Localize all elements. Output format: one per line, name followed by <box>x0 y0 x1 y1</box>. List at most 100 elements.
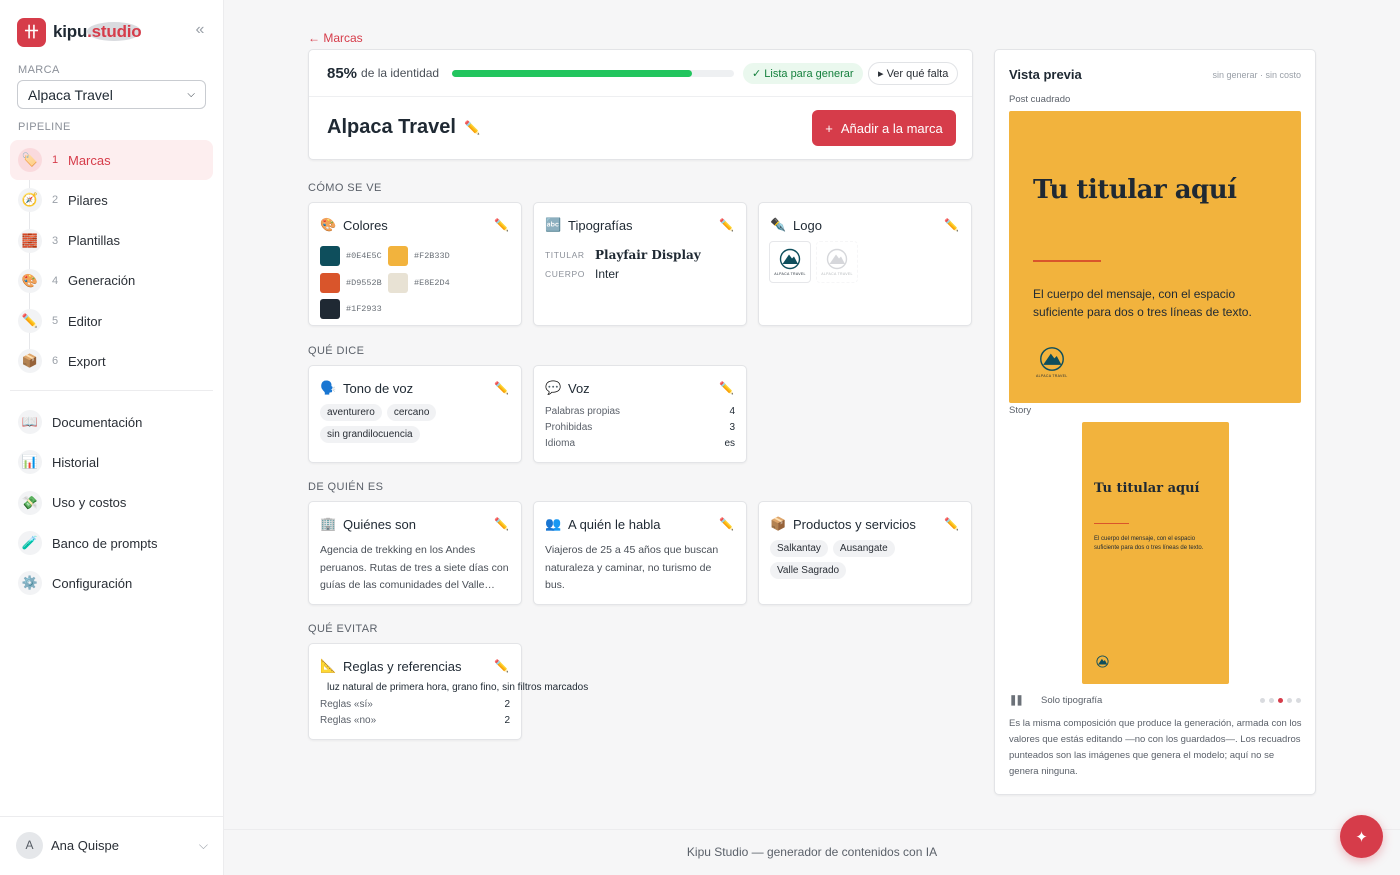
sidebar-item-uso-costos[interactable]: 💸 Uso y costos <box>10 483 213 523</box>
reglas-card[interactable]: 📐 Reglas y referencias ✏️ luz natural de… <box>308 643 588 740</box>
quienes-son-card[interactable]: 🏢 Quiénes son ✏️ Agencia de trekking en … <box>308 501 522 605</box>
pagination-dot[interactable] <box>1260 697 1265 703</box>
money-icon: 💸 <box>18 490 42 515</box>
logo-thumbnail-variant[interactable]: ALPACA TRAVEL <box>816 241 858 283</box>
stat-key: Reglas «no» <box>320 715 377 726</box>
pipeline-step-number: 5 <box>52 315 59 328</box>
sidebar-item-documentacion[interactable]: 📖 Documentación <box>10 402 213 442</box>
edit-icon[interactable]: ✏️ <box>944 218 959 232</box>
gear-icon: ⚙️ <box>18 571 42 596</box>
book-icon: 📖 <box>18 410 42 435</box>
pagination-dot[interactable] <box>1269 697 1274 703</box>
speaking-head-icon: 🗣️ <box>320 380 337 395</box>
swatch-box <box>320 246 340 267</box>
building-icon: 🏢 <box>320 516 337 531</box>
user-menu[interactable]: A Ana Quispe ⌵ <box>16 831 208 859</box>
typography-list: TITULAR Playfair Display CUERPO Inter <box>545 245 701 283</box>
stat-value: 2 <box>504 715 510 726</box>
edit-icon[interactable]: ✏️ <box>719 517 734 531</box>
colores-card[interactable]: 🎨 Colores ✏️ #0E4E5C #F2B33D #D9552B #E8… <box>308 202 522 326</box>
color-swatch[interactable]: #1F2933 <box>320 299 388 320</box>
logo-card[interactable]: ✒️ Logo ✏️ ALPACA TRAVEL ALPACA TRAVEL <box>758 202 972 326</box>
stat-value: 4 <box>729 406 735 417</box>
post-body: El cuerpo del mensaje, con el espacio su… <box>1033 287 1252 319</box>
app-brand[interactable]: 卄 kipu.studio <box>17 17 142 47</box>
test-tube-icon: 🧪 <box>18 531 42 556</box>
sidebar-item-label: Historial <box>52 454 99 470</box>
mountain-logo-icon <box>1039 347 1064 371</box>
sidebar-item-label: Configuración <box>52 575 133 591</box>
footer-divider <box>224 829 1400 830</box>
pipeline-item-pilares[interactable]: 🧭 2 Pilares <box>10 180 213 220</box>
pipeline-item-generacion[interactable]: 🎨 4 Generación <box>10 261 213 301</box>
view-missing-button[interactable]: ▸ Ver qué falta <box>868 62 959 85</box>
palette-icon: 🎨 <box>18 268 42 293</box>
identity-progress-fill <box>452 70 692 77</box>
voz-card[interactable]: 💬 Voz ✏️ Palabras propias 4 Prohibidas 3 I… <box>533 365 747 463</box>
a-quien-habla-card[interactable]: 👥 A quién le habla ✏️ Viajeros de 25 a 4… <box>533 501 747 605</box>
section-de-quien-es: DE QUIÉN ES <box>308 481 384 493</box>
pagination-dot[interactable] <box>1278 697 1283 703</box>
logo-thumbnails: ALPACA TRAVEL ALPACA TRAVEL <box>769 241 858 283</box>
edit-icon[interactable]: ✏️ <box>719 218 734 232</box>
quienes-son-text: Agencia de trekking en los Andes peruano… <box>320 544 509 591</box>
pipeline-item-plantillas[interactable]: 🧱 3 Plantillas <box>10 221 213 261</box>
edit-icon[interactable]: ✏️ <box>719 381 734 395</box>
cuerpo-label: CUERPO <box>545 268 585 279</box>
tipografias-card[interactable]: 🔤 Tipografías ✏️ TITULAR Playfair Displa… <box>533 202 747 326</box>
productos-card[interactable]: 📦 Productos y servicios ✏️ Salkantay Aus… <box>758 501 972 605</box>
abc-icon: 🔤 <box>545 217 562 232</box>
section-como-se-ve: CÓMO SE VE <box>308 182 382 194</box>
swatch-hex: #D9552B <box>346 277 382 288</box>
pause-icon[interactable]: ❚❚ <box>1009 695 1031 706</box>
edit-brand-name-icon[interactable]: ✏️ <box>464 120 480 136</box>
pagination-dot[interactable] <box>1296 697 1301 703</box>
sidebar-item-configuracion[interactable]: ⚙️ Configuración <box>10 563 213 603</box>
swatch-box <box>320 272 340 293</box>
edit-icon[interactable]: ✏️ <box>944 517 959 531</box>
pipeline-item-export[interactable]: 📦 6 Export <box>10 341 213 381</box>
sidebar-item-historial[interactable]: 📊 Historial <box>10 442 213 482</box>
swatch-box <box>388 246 408 267</box>
back-to-marcas-link[interactable]: ← Marcas <box>308 31 363 45</box>
card-title: A quién le habla <box>568 516 661 532</box>
color-swatch[interactable]: #E8E2D4 <box>388 272 456 293</box>
edit-icon[interactable]: ✏️ <box>494 517 509 531</box>
sidebar-item-label: Uso y costos <box>52 495 127 511</box>
collapse-sidebar-icon[interactable]: « <box>192 22 208 40</box>
edit-icon[interactable]: ✏️ <box>494 218 509 232</box>
mountain-logo-icon <box>826 248 848 270</box>
stat-value: 3 <box>729 422 735 433</box>
pen-nib-icon: ✒️ <box>770 217 787 232</box>
voice-stat-row: Palabras propias 4 <box>545 406 735 422</box>
sidebar-item-banco-prompts[interactable]: 🧪 Banco de prompts <box>10 523 213 563</box>
pipeline-item-marcas[interactable]: 🏷️ 1 Marcas <box>10 140 213 180</box>
pipeline-step-number: 4 <box>52 274 59 287</box>
swatch-hex: #0E4E5C <box>346 251 382 262</box>
product-chip: Ausangate <box>832 540 895 557</box>
assistant-fab-button[interactable]: ✦ <box>1340 815 1383 858</box>
story-headline: Tu titular aquí <box>1094 481 1200 496</box>
stat-key: Idioma <box>545 438 576 449</box>
post-label: Post cuadrado <box>1009 94 1071 105</box>
pipeline-item-editor[interactable]: ✏️ 5 Editor <box>10 301 213 341</box>
pagination-dot[interactable] <box>1287 697 1292 703</box>
edit-icon[interactable]: ✏️ <box>494 659 509 673</box>
rules-stat-row: Reglas «sí» 2 <box>320 699 510 715</box>
color-swatch[interactable]: #F2B33D <box>388 246 456 267</box>
tono-card[interactable]: 🗣️ Tono de voz ✏️ aventurero cercano sin… <box>308 365 522 463</box>
color-swatch[interactable]: #D9552B <box>320 272 388 293</box>
brand-select[interactable]: Alpaca Travel ⌵ <box>17 80 206 109</box>
triangle-ruler-icon: 📐 <box>320 658 337 673</box>
rules-stats: Reglas «sí» 2 Reglas «no» 2 <box>320 699 510 731</box>
add-to-brand-button[interactable]: + Añadir a la marca <box>812 110 956 146</box>
a-quien-habla-text: Viajeros de 25 a 45 años que buscan natu… <box>545 544 719 591</box>
logo-thumbnail[interactable]: ALPACA TRAVEL <box>769 241 811 283</box>
voice-stats: Palabras propias 4 Prohibidas 3 Idioma es <box>545 406 735 454</box>
color-swatch[interactable]: #0E4E5C <box>320 246 388 267</box>
cuerpo-font: Inter <box>595 266 620 281</box>
sidebar: 卄 kipu.studio « MARCA Alpaca Travel ⌵ PI… <box>0 0 224 875</box>
stat-value: es <box>724 438 735 449</box>
edit-icon[interactable]: ✏️ <box>494 381 509 395</box>
preview-title: Vista previa <box>1009 67 1082 82</box>
